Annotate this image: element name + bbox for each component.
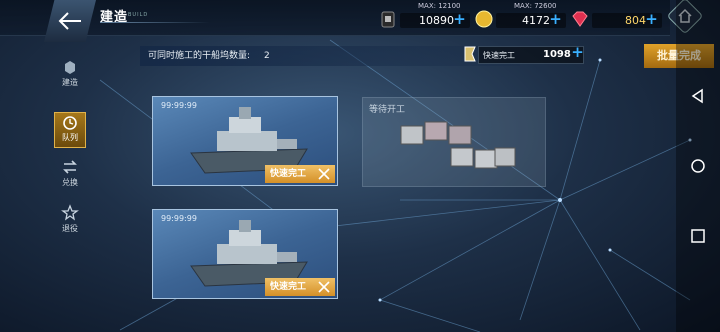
fuel-drum-icon: [381, 11, 395, 28]
gold-add-button[interactable]: +: [548, 12, 563, 28]
quick-finish-button[interactable]: 快速完工: [265, 278, 335, 296]
build-icon: [65, 61, 75, 74]
quick-finish-add-button[interactable]: +: [570, 45, 585, 61]
gold-coin-icon: [475, 10, 493, 28]
tools-icon: [318, 281, 330, 293]
quick-finish-button-label: 快速完工: [270, 169, 307, 179]
nav-item-build[interactable]: 建造: [54, 58, 86, 94]
nav-label-build: 建造: [62, 78, 78, 87]
exchange-icon: [63, 160, 77, 174]
ruby-gem-icon: [572, 11, 588, 27]
waiting-label: 等待开工: [369, 105, 406, 115]
gem-add-button[interactable]: +: [644, 12, 659, 28]
nav-label-retire: 退役: [62, 224, 78, 233]
system-nav-bar: [676, 0, 720, 332]
drydock-count: 2: [264, 51, 270, 61]
waiting-dock-card[interactable]: 等待开工: [362, 97, 546, 187]
quick-finish-value: 1098: [543, 49, 571, 60]
dock-card-1[interactable]: 99:99:99 快速完工: [152, 96, 338, 186]
page-subtitle: BUILD: [128, 12, 149, 18]
system-recents-icon[interactable]: [690, 228, 706, 244]
empty-blocks-icon: [400, 121, 516, 169]
arrow-left-icon: [58, 12, 81, 30]
system-back-icon[interactable]: [690, 88, 706, 104]
fuel-max: MAX: 12100: [418, 2, 461, 10]
queue-timer-icon: [63, 116, 77, 130]
quick-finish-button[interactable]: 快速完工: [265, 165, 335, 183]
system-home-icon[interactable]: [690, 158, 706, 174]
dock-card-2[interactable]: 99:99:99 快速完工: [152, 209, 338, 299]
nav-item-exchange[interactable]: 兑换: [54, 158, 86, 194]
quick-finish-button-label: 快速完工: [270, 282, 307, 292]
nav-label-exchange: 兑换: [62, 178, 78, 187]
fuel-resource: MAX: 12100 10890 +: [378, 2, 470, 32]
nav-item-retire[interactable]: 退役: [54, 204, 86, 240]
gold-resource: MAX: 72600 4172 +: [474, 2, 566, 32]
gold-max: MAX: 72600: [514, 2, 557, 10]
drydock-info-label: 可同时施工的干船坞数量:: [148, 51, 251, 61]
quick-finish-ticket-icon: [464, 46, 476, 62]
nav-label-queue: 队列: [62, 133, 78, 142]
gem-resource: 804 +: [570, 2, 662, 32]
quick-finish-label: 快速完工: [483, 51, 515, 60]
nav-item-queue[interactable]: 队列: [54, 112, 86, 148]
title-underline: [100, 22, 210, 23]
retire-icon: [61, 204, 79, 221]
tools-icon: [318, 168, 330, 180]
fuel-add-button[interactable]: +: [452, 12, 467, 28]
quick-finish-counter: 快速完工 1098: [478, 46, 584, 64]
